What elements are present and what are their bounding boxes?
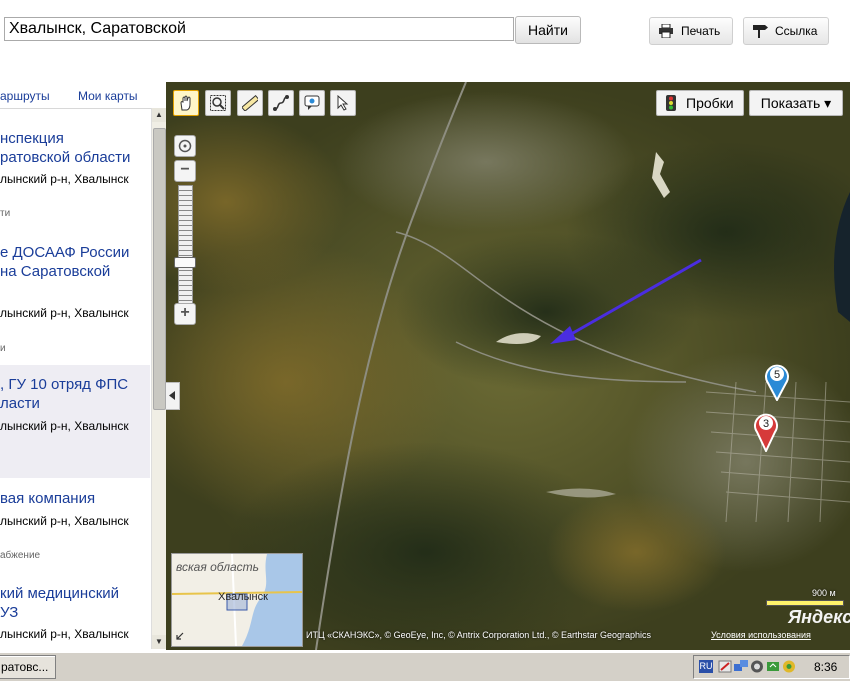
zoom-in-button[interactable]: +	[174, 303, 196, 325]
zoom-slider-thumb[interactable]	[174, 257, 196, 268]
result-item-selected[interactable]: , ГУ 10 отряд ФПС ласти лынский р-н, Хва…	[0, 365, 150, 478]
language-indicator[interactable]: RU	[699, 660, 713, 673]
map-copyright: ИТЦ «СКАНЭКС», © GeoEye, Inc, © Antrix C…	[306, 630, 652, 640]
result-title[interactable]: е ДОСААФ России	[0, 244, 129, 262]
windows-taskbar: ратовс... RU 8:36	[0, 652, 850, 681]
chevron-left-icon	[169, 391, 175, 400]
tab-routes[interactable]: аршруты	[0, 89, 50, 103]
result-title[interactable]: , ГУ 10 отряд ФПС	[0, 376, 128, 394]
traffic-label: Пробки	[686, 95, 734, 111]
result-title[interactable]: кий медицинский	[0, 585, 119, 603]
collapse-sidebar-button[interactable]	[166, 382, 180, 410]
locate-button[interactable]	[174, 135, 196, 157]
traffic-button[interactable]: Пробки	[656, 90, 744, 116]
route-icon	[273, 95, 289, 111]
tray-app-icon[interactable]	[718, 659, 732, 674]
result-category: абжение	[0, 550, 41, 561]
zoom-area-tool-button[interactable]	[205, 90, 231, 116]
link-button[interactable]: Ссылка	[743, 17, 829, 45]
update-icon[interactable]	[766, 659, 780, 674]
select-tool-button[interactable]	[330, 90, 356, 116]
hand-icon	[180, 95, 191, 111]
result-address: лынский р-н, Хвалынск	[0, 419, 129, 433]
print-label: Печать	[681, 24, 721, 38]
link-label: Ссылка	[775, 24, 818, 38]
traffic-light-icon	[666, 95, 676, 111]
result-category: и	[0, 343, 6, 354]
scale-bar	[766, 600, 844, 606]
scroll-down-arrow-icon[interactable]: ▼	[152, 635, 166, 649]
overview-minimap[interactable]: вская область Хвалынск	[171, 553, 303, 647]
result-category: ти	[0, 208, 11, 219]
hand-tool-button[interactable]	[173, 90, 199, 116]
result-address: лынский р-н, Хвалынск	[0, 306, 129, 320]
zoom-slider-track[interactable]	[178, 185, 193, 307]
find-button[interactable]: Найти	[515, 16, 581, 44]
antivirus-icon[interactable]	[750, 659, 764, 674]
search-input[interactable]	[4, 17, 514, 41]
scroll-up-arrow-icon[interactable]: ▲	[152, 108, 166, 122]
messenger-icon[interactable]	[782, 659, 796, 674]
collapse-arrow-icon[interactable]	[175, 631, 185, 641]
result-title[interactable]: ратовской области	[0, 149, 130, 167]
result-title[interactable]: нспекция	[0, 130, 64, 148]
marker-number: 3	[763, 418, 769, 430]
taskbar-window-button[interactable]: ратовс...	[0, 655, 56, 679]
network-icon[interactable]	[734, 659, 748, 674]
scrollbar-thumb[interactable]	[153, 128, 166, 410]
minimap-city-label: Хвалынск	[218, 591, 268, 603]
system-tray: RU 8:36	[693, 655, 850, 679]
results-sidebar: аршруты Мои карты нспекция ратовской обл…	[0, 82, 166, 650]
map-marker-3[interactable]: 3	[752, 410, 780, 452]
result-address: лынский р-н, Хвалынск	[0, 627, 129, 641]
add-label-tool-button[interactable]	[299, 90, 325, 116]
printer-icon	[659, 24, 673, 38]
map-marker-5[interactable]: 5	[763, 361, 791, 401]
result-title[interactable]: ласти	[0, 395, 40, 413]
signpost-icon	[753, 25, 768, 38]
tab-my-maps[interactable]: Мои карты	[78, 89, 138, 103]
magnifier-icon	[210, 95, 226, 111]
ruler-tool-button[interactable]	[237, 90, 263, 116]
result-title[interactable]: вая компания	[0, 490, 95, 508]
result-title[interactable]: на Саратовской	[0, 263, 110, 281]
scale-label: 900 м	[812, 588, 836, 598]
result-title[interactable]: УЗ	[0, 604, 18, 622]
sidebar-scrollbar[interactable]: ▲ ▼	[151, 108, 166, 649]
sidebar-tabs: аршруты Мои карты	[0, 82, 166, 109]
show-layers-dropdown[interactable]: Показать ▾	[749, 90, 843, 116]
terms-of-use-link[interactable]: Условия использования	[711, 630, 811, 640]
clock: 8:36	[814, 660, 838, 674]
print-button[interactable]: Печать	[649, 17, 733, 45]
minimap-region-label: вская область	[176, 560, 259, 574]
cursor-icon	[337, 95, 349, 111]
compass-icon	[178, 139, 192, 153]
speech-bubble-icon	[304, 95, 320, 110]
yandex-logo: Яндекс	[788, 607, 850, 627]
result-address: лынский р-н, Хвалынск	[0, 172, 129, 186]
zoom-out-button[interactable]: −	[174, 160, 196, 182]
result-address: лынский р-н, Хвалынск	[0, 514, 129, 528]
marker-number: 5	[774, 369, 780, 381]
ruler-icon	[242, 95, 258, 111]
route-tool-button[interactable]	[268, 90, 294, 116]
